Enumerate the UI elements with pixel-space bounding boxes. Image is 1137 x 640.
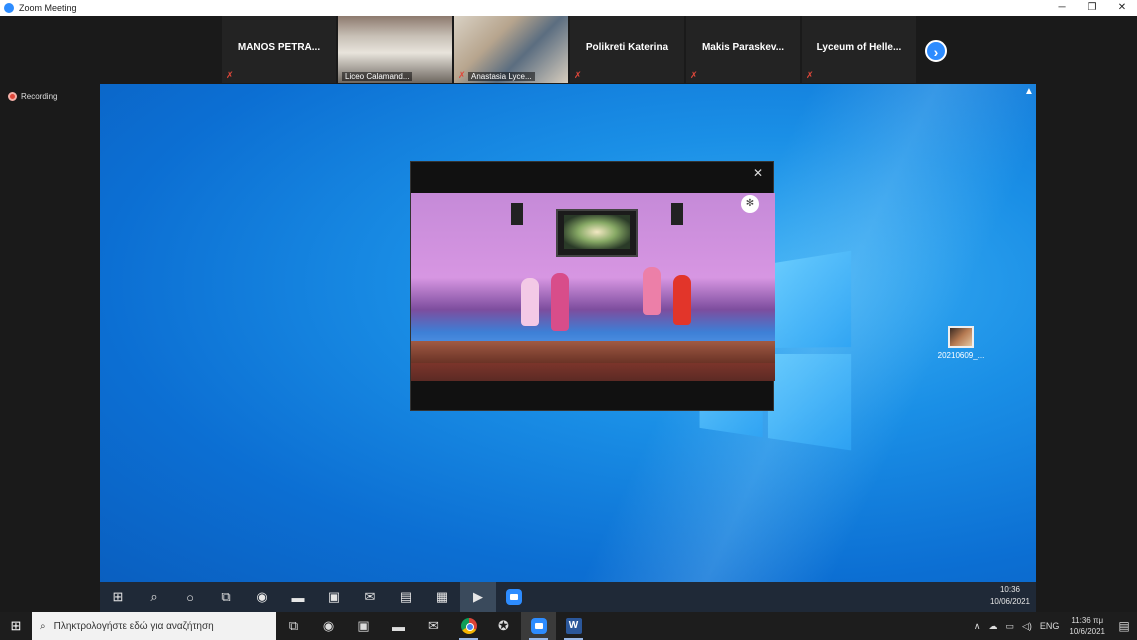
- zoom-app-icon: [4, 3, 14, 13]
- shared-taskbar-clock[interactable]: 10:36 10/06/2021: [990, 584, 1030, 608]
- participant-name: Makis Paraskev...: [701, 42, 785, 53]
- windows-icon[interactable]: ⊞: [0, 612, 32, 640]
- dancer-shape: [551, 273, 569, 331]
- taskbar-clock[interactable]: 11:36 πμ 10/6/2021: [1063, 615, 1111, 637]
- school-logo-icon: ✻: [741, 195, 759, 213]
- next-participants-button[interactable]: ›: [925, 40, 947, 62]
- edge-icon[interactable]: ◉: [311, 612, 346, 640]
- recording-label: Recording: [21, 92, 58, 101]
- screen: Zoom Meeting ─ ❐ ✕ MANOS PETRA... ✗ Lice…: [0, 0, 1137, 640]
- video-player-window[interactable]: ✕ ✻: [410, 161, 775, 411]
- stage-rail-shape: [411, 341, 775, 363]
- edge-icon[interactable]: ◉: [244, 582, 280, 612]
- mic-muted-icon: ✗: [574, 70, 582, 80]
- participant-name: Polikreti Katerina: [585, 42, 669, 53]
- cloud-icon[interactable]: ☁: [984, 621, 1001, 632]
- desktop-file-name: 20210609_...: [937, 351, 985, 360]
- volume-icon[interactable]: ◁): [1018, 621, 1036, 632]
- powerpoint-icon[interactable]: ▦: [424, 582, 460, 612]
- video-frame[interactable]: ✻: [411, 193, 775, 381]
- language-indicator[interactable]: ENG: [1036, 621, 1064, 631]
- mouse-cursor-icon: ▲: [1024, 86, 1034, 97]
- chevron-up-icon[interactable]: ∧: [970, 621, 985, 632]
- participant-name: Anastasia Lyce...: [468, 72, 535, 81]
- restore-button[interactable]: ❐: [1077, 0, 1107, 16]
- notes-icon[interactable]: ▤: [388, 582, 424, 612]
- network-icon[interactable]: ▭: [1001, 621, 1018, 632]
- word-icon[interactable]: W: [556, 612, 591, 640]
- system-tray: ∧ ☁ ▭ ◁) ENG 11:36 πμ 10/6/2021 ▤: [970, 612, 1137, 640]
- participant-strip: MANOS PETRA... ✗ Liceo Calamand... ✗ Ana…: [222, 16, 916, 83]
- minimize-button[interactable]: ─: [1047, 0, 1077, 16]
- participant-tile[interactable]: Makis Paraskev... ✗: [686, 16, 800, 83]
- taskbar-search-box[interactable]: ⌕ Πληκτρολογήστε εδώ για αναζήτηση: [32, 612, 276, 640]
- notification-icon[interactable]: ▤: [1111, 619, 1137, 633]
- participant-name: Liceo Calamand...: [342, 72, 413, 81]
- file-explorer-icon[interactable]: ▬: [280, 582, 316, 612]
- zoom-icon[interactable]: [521, 612, 556, 640]
- mic-muted-icon: ✗: [226, 70, 234, 80]
- participant-tile[interactable]: MANOS PETRA... ✗: [222, 16, 336, 83]
- speaker-shape: [671, 203, 683, 225]
- participant-name: Lyceum of Helle...: [816, 42, 902, 53]
- participant-tile[interactable]: Lyceum of Helle... ✗: [802, 16, 916, 83]
- speaker-shape: [511, 203, 523, 225]
- player-close-button[interactable]: ✕: [753, 166, 763, 180]
- recording-icon: [8, 92, 17, 101]
- mail-icon[interactable]: ✉: [352, 582, 388, 612]
- stage-screen-shape: [556, 209, 638, 257]
- dancer-shape: [521, 278, 539, 326]
- chrome-icon[interactable]: [451, 612, 486, 640]
- participant-tile-video[interactable]: Liceo Calamand...: [338, 16, 452, 83]
- desktop-file-icon[interactable]: 20210609_...: [932, 326, 990, 360]
- store-icon[interactable]: ▣: [316, 582, 352, 612]
- mic-muted-icon: ✗: [458, 70, 466, 80]
- task-view-icon[interactable]: ⧉: [276, 612, 311, 640]
- cortana-icon[interactable]: ○: [172, 582, 208, 612]
- video-thumbnail-icon: [948, 326, 974, 348]
- search-icon: ⌕: [40, 620, 46, 632]
- recording-indicator[interactable]: Recording: [8, 92, 57, 101]
- mic-muted-icon: ✗: [806, 70, 814, 80]
- title-bar: Zoom Meeting ─ ❐ ✕: [0, 0, 1137, 16]
- search-icon[interactable]: ⌕: [136, 582, 172, 612]
- close-window-button[interactable]: ✕: [1107, 0, 1137, 16]
- shared-taskbar: ⊞ ⌕ ○ ⧉ ◉ ▬ ▣ ✉ ▤ ▦ ▶ 10:36 10/06/2021: [100, 582, 1036, 612]
- participant-tile[interactable]: Polikreti Katerina ✗: [570, 16, 684, 83]
- window-title: Zoom Meeting: [19, 3, 77, 13]
- zoom-icon[interactable]: [496, 582, 532, 612]
- task-view-icon[interactable]: ⧉: [208, 582, 244, 612]
- file-explorer-icon[interactable]: ▬: [381, 612, 416, 640]
- participant-name: MANOS PETRA...: [237, 42, 321, 53]
- windows-icon[interactable]: ⊞: [100, 582, 136, 612]
- store-icon[interactable]: ▣: [346, 612, 381, 640]
- teams-icon[interactable]: ✪: [486, 612, 521, 640]
- dancer-shape: [643, 267, 661, 315]
- search-placeholder: Πληκτρολογήστε εδώ για αναζήτηση: [53, 620, 214, 632]
- dancer-shape: [673, 275, 691, 325]
- shared-screen-desktop: ▲ 20210609_... ✕ ✻: [100, 84, 1036, 582]
- media-player-icon[interactable]: ▶: [460, 582, 496, 612]
- mic-muted-icon: ✗: [690, 70, 698, 80]
- mail-icon[interactable]: ✉: [416, 612, 451, 640]
- participant-tile-video[interactable]: ✗ Anastasia Lyce...: [454, 16, 568, 83]
- windows-taskbar: ⊞ ⌕ Πληκτρολογήστε εδώ για αναζήτηση ⧉ ◉…: [0, 612, 1137, 640]
